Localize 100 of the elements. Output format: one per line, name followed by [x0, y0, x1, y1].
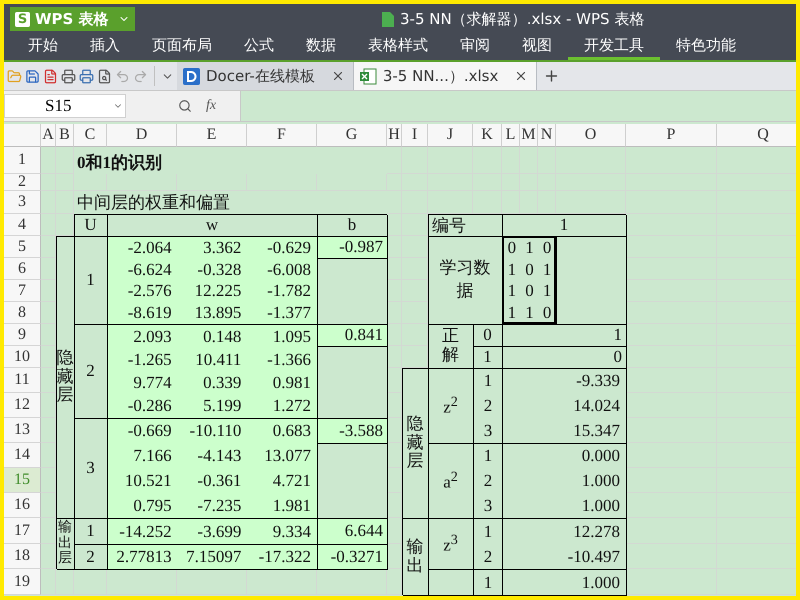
menu-tab[interactable]: 视图	[506, 34, 568, 60]
column-header[interactable]: Q	[717, 124, 796, 147]
index-value: 1	[482, 445, 494, 468]
row-header[interactable]: 13	[4, 418, 41, 443]
empty-cell[interactable]	[41, 214, 56, 236]
index-value: 3	[482, 494, 494, 517]
empty-cell[interactable]	[428, 147, 473, 174]
empty-cell[interactable]	[626, 147, 717, 174]
function-button[interactable]: fx	[206, 98, 216, 114]
bias-value: 0.841	[317, 324, 387, 346]
select-all-corner[interactable]	[4, 124, 41, 147]
result-value: 1.000	[580, 470, 621, 492]
empty-cell[interactable]	[41, 569, 56, 595]
column-header[interactable]: G	[317, 124, 387, 147]
column-header[interactable]: H	[387, 124, 402, 147]
result-value: -10.497	[566, 546, 621, 568]
column-heading: U	[74, 214, 107, 236]
column-header[interactable]: M	[520, 124, 538, 147]
row-header[interactable]: 18	[4, 544, 41, 569]
empty-cell[interactable]	[41, 174, 56, 191]
empty-cell[interactable]	[473, 147, 502, 174]
row-header[interactable]: 14	[4, 443, 41, 468]
zoom-icon[interactable]	[178, 99, 192, 113]
formula-input[interactable]	[240, 91, 796, 121]
column-header[interactable]: J	[428, 124, 473, 147]
unit-number: 2	[74, 544, 107, 569]
menu-tab[interactable]: 表格样式	[352, 34, 444, 60]
weight-value: -6.008	[266, 258, 312, 280]
result-value: 15.347	[572, 420, 621, 442]
data-digit: 1	[506, 280, 518, 302]
weight-value: 5.199	[202, 395, 242, 418]
weight-value: 1.981	[272, 494, 312, 517]
row-header[interactable]: 11	[4, 368, 41, 393]
row-header[interactable]: 8	[4, 302, 41, 324]
column-header[interactable]: O	[556, 124, 626, 147]
row-header[interactable]: 2	[4, 174, 41, 191]
column-header[interactable]: L	[502, 124, 520, 147]
column-header[interactable]: K	[473, 124, 502, 147]
column-heading: w	[107, 214, 317, 236]
data-digit: 1	[524, 302, 535, 324]
bias-value: -0.987	[317, 236, 387, 258]
index-value: 2	[482, 394, 494, 417]
column-header[interactable]: I	[402, 124, 428, 147]
row-header[interactable]: 4	[4, 214, 41, 236]
weight-value: -0.629	[266, 237, 312, 259]
column-header[interactable]: D	[107, 124, 177, 147]
document-tab[interactable]: 3-5 NN...）.xlsx	[354, 62, 538, 90]
row-header[interactable]: 17	[4, 518, 41, 544]
empty-cell[interactable]	[556, 147, 626, 174]
spreadsheet-file-icon	[382, 12, 394, 26]
app-logo: S	[15, 12, 30, 26]
weight-value: 3.362	[202, 237, 242, 259]
empty-cell[interactable]	[56, 191, 74, 214]
row-header[interactable]: 7	[4, 280, 41, 302]
menu-tab[interactable]: 插入	[74, 34, 136, 60]
menu-tab[interactable]: 公式	[228, 34, 290, 60]
data-digit: 0	[542, 302, 552, 324]
row-header[interactable]: 16	[4, 493, 41, 518]
empty-cell[interactable]	[402, 191, 428, 214]
row-header[interactable]: 19	[4, 569, 41, 595]
bias-value: 6.644	[317, 518, 387, 544]
spreadsheet-file-icon	[360, 68, 377, 84]
column-header[interactable]: B	[56, 124, 74, 147]
menu-tab[interactable]: 开始	[12, 34, 74, 60]
document-tab[interactable]: Docer-在线模板	[177, 62, 354, 90]
id-value: 1	[502, 214, 626, 236]
row-header[interactable]: 5	[4, 236, 41, 258]
empty-cell[interactable]	[387, 191, 402, 214]
weight-value: 13.895	[194, 302, 242, 324]
layer-symbol: a$^{2}$	[443, 468, 458, 492]
weight-value: 0.981	[272, 372, 312, 394]
column-header[interactable]: P	[626, 124, 717, 147]
id-label: 编号	[428, 214, 502, 236]
data-digit: 1	[542, 280, 552, 302]
empty-cell[interactable]	[41, 191, 56, 214]
row-header[interactable]: 1	[4, 147, 41, 174]
weight-value: -6.624	[126, 258, 173, 280]
column-header[interactable]: N	[538, 124, 556, 147]
row-header[interactable]: 10	[4, 346, 41, 368]
row-header[interactable]: 9	[4, 324, 41, 346]
menu-tab[interactable]: 审阅	[444, 34, 506, 60]
menu-tab[interactable]: 页面布局	[136, 34, 228, 60]
result-value: 14.024	[572, 394, 621, 417]
weight-value: 10.521	[124, 470, 173, 492]
row-header[interactable]: 6	[4, 258, 41, 280]
column-header[interactable]: F	[247, 124, 317, 147]
column-header[interactable]: C	[74, 124, 107, 147]
row-header[interactable]: 3	[4, 191, 41, 214]
row-header[interactable]: 12	[4, 393, 41, 418]
column-header[interactable]: E	[177, 124, 247, 147]
column-header[interactable]: A	[41, 124, 56, 147]
empty-cell[interactable]	[626, 191, 717, 214]
weight-value: 7.15097	[185, 546, 242, 568]
name-box[interactable]: S15	[4, 94, 126, 118]
weight-value: -1.377	[266, 302, 312, 324]
menu-tab[interactable]: 数据	[290, 34, 352, 60]
menu-tab[interactable]: 特色功能	[660, 34, 752, 60]
weight-value: -1.782	[266, 280, 312, 302]
layer-symbol: z$^{2}$	[443, 394, 458, 418]
weight-value: 1.095	[272, 326, 312, 348]
